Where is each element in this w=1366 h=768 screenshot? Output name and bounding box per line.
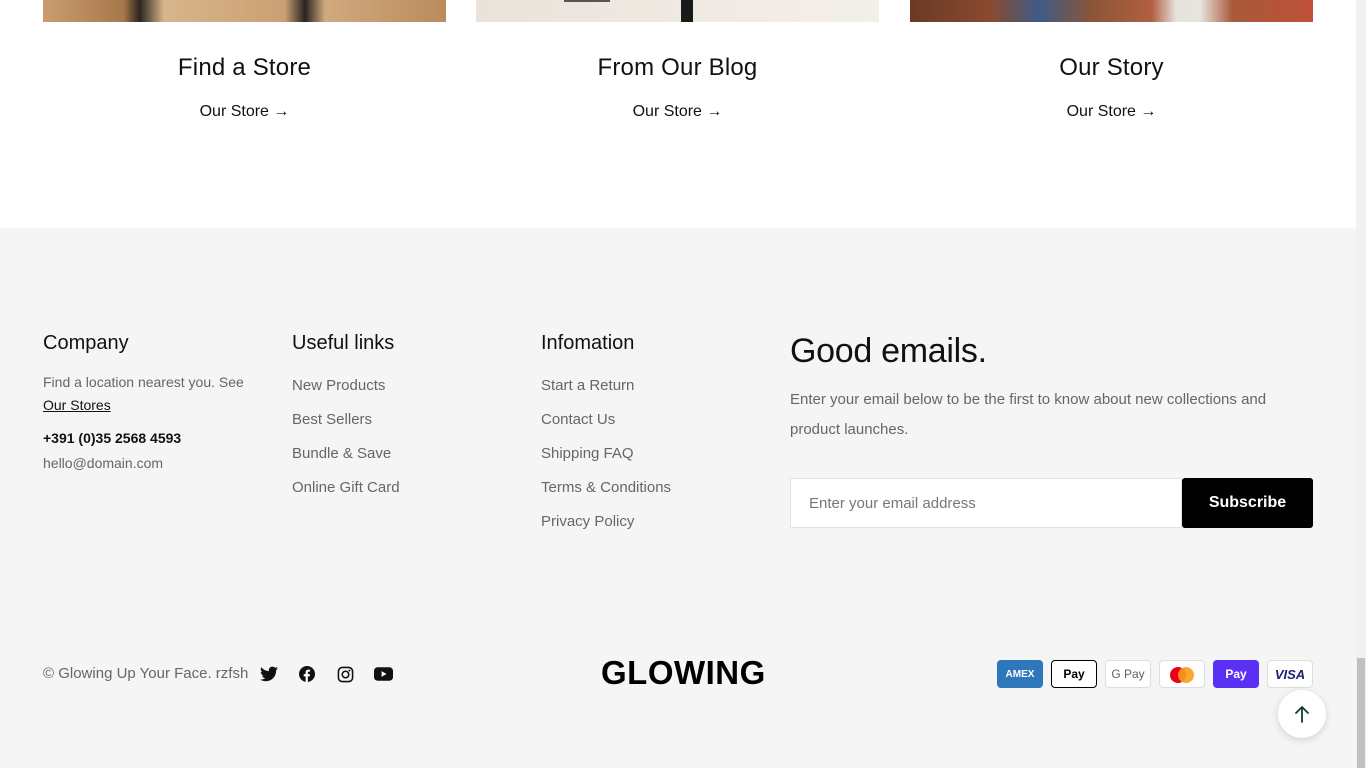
footer-link[interactable]: Online Gift Card (292, 479, 400, 513)
back-to-top-button[interactable] (1278, 690, 1326, 738)
footer-link[interactable]: Privacy Policy (541, 513, 671, 547)
scrollbar[interactable] (1356, 0, 1366, 768)
card-link[interactable]: Our Store → (1067, 103, 1157, 121)
newsletter: Good emails. Enter your email below to b… (790, 332, 1313, 528)
footer-link[interactable]: Best Sellers (292, 411, 400, 445)
arrow-up-icon (1295, 706, 1309, 723)
card-link[interactable]: Our Store → (633, 103, 723, 121)
company-desc-text: Find a location nearest you. See (43, 374, 244, 390)
company-phone[interactable]: +391 (0)35 2568 4593 (43, 430, 273, 446)
mastercard-icon (1159, 660, 1205, 688)
newsletter-heading: Good emails. (790, 332, 987, 370)
company-description: Find a location nearest you. See Our Sto… (43, 371, 273, 417)
instagram-icon[interactable] (335, 664, 355, 684)
footer-heading: Infomation (541, 332, 635, 354)
visa-icon: VISA (1267, 660, 1313, 688)
card-image (910, 0, 1313, 22)
footer-bottom-bar: © Glowing Up Your Face. rzfsh GLOWING AM… (43, 654, 1313, 691)
footer-heading: Useful links (292, 332, 395, 354)
card-blog: From Our Blog Our Store → (476, 0, 879, 121)
footer-link[interactable]: Shipping FAQ (541, 445, 671, 479)
card-image (43, 0, 446, 22)
card-link[interactable]: Our Store → (200, 103, 290, 121)
newsletter-text: Enter your email below to be the first t… (790, 391, 1267, 438)
footer-heading: Company (43, 332, 129, 354)
twitter-icon[interactable] (259, 664, 279, 684)
google-pay-icon: G Pay (1105, 660, 1151, 688)
payment-methods: AMEX Pay G Pay Pay VISA (997, 660, 1313, 688)
footer-link[interactable]: Terms & Conditions (541, 479, 671, 513)
newsletter-form: Subscribe (790, 478, 1313, 528)
facebook-icon[interactable] (297, 664, 317, 684)
card-find-store: Find a Store Our Store → (43, 0, 446, 121)
footer-company: Company Find a location nearest you. See… (43, 332, 273, 471)
card-image (476, 0, 879, 22)
footer-link[interactable]: Bundle & Save (292, 445, 400, 479)
footer-useful-links: Useful links New Products Best Sellers B… (292, 332, 400, 513)
email-input[interactable] (790, 478, 1182, 528)
card-title: Find a Store (177, 54, 312, 81)
apple-pay-icon: Pay (1051, 660, 1097, 688)
footer-link[interactable]: Start a Return (541, 377, 671, 411)
brand-logo[interactable]: GLOWING (601, 654, 766, 692)
footer-link[interactable]: Contact Us (541, 411, 671, 445)
feature-cards-section: Find a Store Our Store → From Our Blog O… (0, 0, 1356, 228)
scrollbar-thumb[interactable] (1357, 658, 1365, 768)
shop-pay-icon: Pay (1213, 660, 1259, 688)
card-title: Our Story (1059, 54, 1164, 81)
copyright-text: © Glowing Up Your Face. rzfsh (43, 665, 249, 682)
footer-link[interactable]: New Products (292, 377, 400, 411)
company-email[interactable]: hello@domain.com (43, 455, 273, 471)
subscribe-button[interactable]: Subscribe (1182, 478, 1313, 528)
footer-information: Infomation Start a Return Contact Us Shi… (541, 332, 671, 547)
site-footer: Company Find a location nearest you. See… (0, 228, 1356, 768)
youtube-icon[interactable] (373, 664, 393, 684)
card-title: From Our Blog (597, 54, 758, 81)
social-links (259, 664, 393, 684)
our-stores-link[interactable]: Our Stores (43, 397, 111, 413)
amex-icon: AMEX (997, 660, 1043, 688)
card-our-story: Our Story Our Store → (910, 0, 1313, 121)
